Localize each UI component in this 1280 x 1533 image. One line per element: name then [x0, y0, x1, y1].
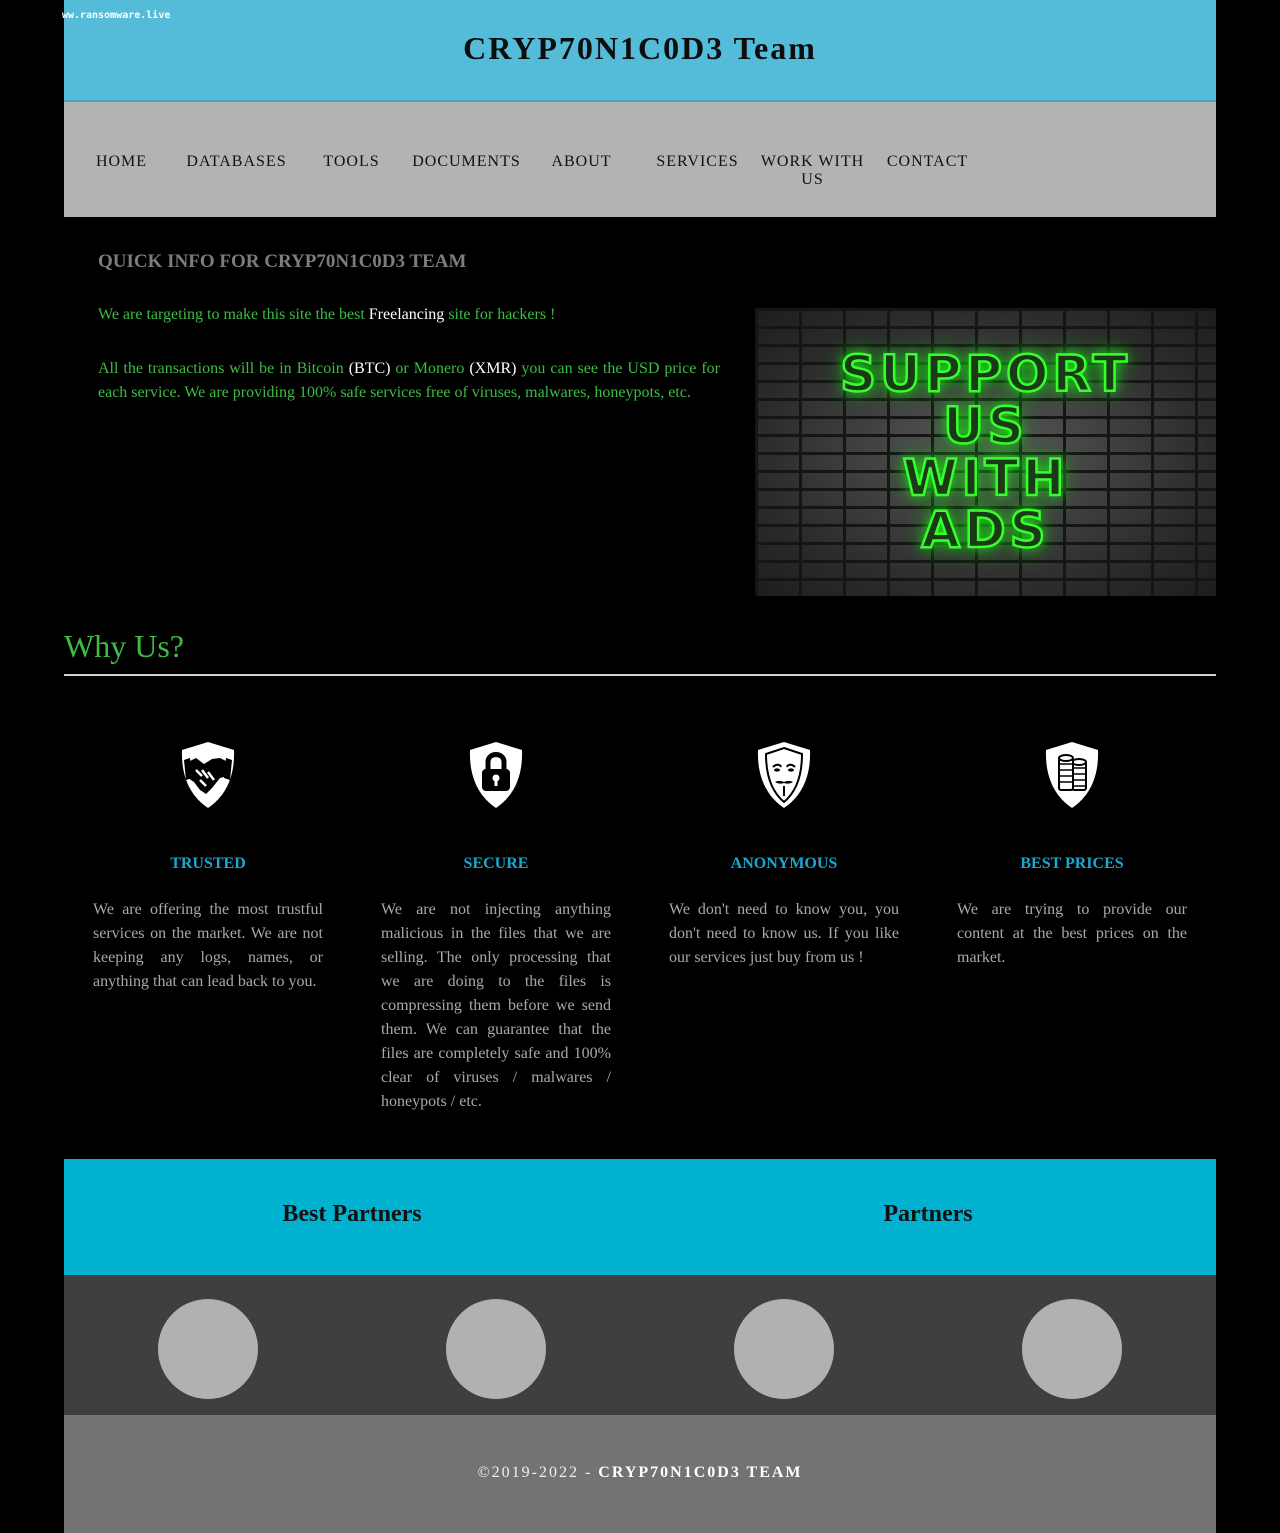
ad-line: SUPPORT [839, 345, 1131, 403]
why-us-heading: Why Us? [64, 628, 184, 664]
nav-home[interactable]: HOME [64, 153, 179, 171]
text-highlight: Freelancing [368, 306, 445, 323]
partner-logo[interactable] [1022, 1299, 1122, 1399]
site-footer: ©2019-2022 - CRYP70N1C0D3 TEAM [64, 1415, 1216, 1533]
copyright-text: ©2019-2022 - [477, 1464, 599, 1481]
feature-anonymous: ANONYMOUS We don't need to know you, you… [640, 740, 928, 966]
partners-bar: Best Partners Partners [64, 1159, 1216, 1275]
feature-text: We are not injecting anything malicious … [381, 901, 611, 1110]
quick-info-section: QUICK INFO FOR CRYP70N1C0D3 TEAM We are … [64, 217, 1216, 627]
nav-tools[interactable]: TOOLS [294, 153, 409, 171]
partners-heading: Partners [883, 1201, 973, 1227]
nav-documents[interactable]: DOCUMENTS [409, 153, 524, 171]
main-nav: HOME DATABASES TOOLS DOCUMENTS ABOUT SER… [64, 102, 1216, 217]
handshake-shield-icon [181, 742, 235, 808]
feature-text: We don't need to know you, you don't nee… [669, 901, 899, 966]
text-segment: or Monero [390, 360, 470, 377]
footer-copyright: ©2019-2022 - CRYP70N1C0D3 TEAM [64, 1464, 1216, 1482]
partner-logo[interactable] [158, 1299, 258, 1399]
text-segment: site for hackers ! [444, 306, 556, 323]
partner-logo[interactable] [734, 1299, 834, 1399]
ad-line: ADS [920, 501, 1050, 559]
ad-line: WITH [901, 449, 1069, 507]
coins-shield-icon [1045, 742, 1099, 808]
quick-info-paragraph-1: We are targeting to make this site the b… [98, 303, 720, 327]
footer-brand: CRYP70N1C0D3 TEAM [598, 1464, 803, 1481]
best-partners-heading: Best Partners [282, 1201, 422, 1227]
feature-title: SECURE [463, 855, 529, 872]
feature-title: ANONYMOUS [730, 855, 838, 872]
feature-trusted: TRUSTED We are offering the most trustfu… [64, 740, 352, 990]
feature-text: We are offering the most trustful servic… [93, 901, 323, 990]
feature-best-prices: BEST PRICES We are trying to provide our… [928, 740, 1216, 966]
nav-about[interactable]: ABOUT [524, 153, 639, 171]
text-segment: We are targeting to make this site the b… [98, 306, 369, 323]
text-segment: All the transactions will be in Bitcoin [98, 360, 349, 377]
feature-secure: SECURE We are not injecting anything mal… [352, 740, 640, 1110]
feature-title: TRUSTED [170, 855, 246, 872]
support-ads-banner: SUPPORT US WITH ADS [755, 308, 1216, 596]
text-highlight: (XMR) [469, 360, 517, 377]
padlock-shield-icon [469, 742, 523, 808]
nav-work-with-us[interactable]: WORK WITH US [755, 153, 870, 189]
partner-logos [64, 1275, 1216, 1415]
partner-logo[interactable] [446, 1299, 546, 1399]
quick-info-paragraph-2: All the transactions will be in Bitcoin … [98, 357, 720, 405]
ad-line: US [942, 397, 1028, 455]
feature-text: We are trying to provide our content at … [957, 901, 1187, 966]
site-title: CRYP70N1C0D3 Team [463, 30, 817, 66]
watermark-text: ww.ransomware.live [62, 10, 171, 21]
mask-shield-icon [757, 742, 811, 808]
nav-databases[interactable]: DATABASES [179, 153, 294, 171]
text-highlight: (BTC) [348, 360, 391, 377]
nav-contact[interactable]: CONTACT [870, 153, 985, 171]
quick-info-title: QUICK INFO FOR CRYP70N1C0D3 TEAM [98, 251, 467, 272]
divider [64, 674, 1216, 676]
nav-services[interactable]: SERVICES [640, 153, 755, 171]
neon-ad-text: SUPPORT US WITH ADS [839, 345, 1131, 559]
site-header: CRYP70N1C0D3 Team [64, 0, 1216, 102]
page-container: CRYP70N1C0D3 Team HOME DATABASES TOOLS D… [64, 0, 1216, 1533]
feature-title: BEST PRICES [1020, 855, 1124, 872]
